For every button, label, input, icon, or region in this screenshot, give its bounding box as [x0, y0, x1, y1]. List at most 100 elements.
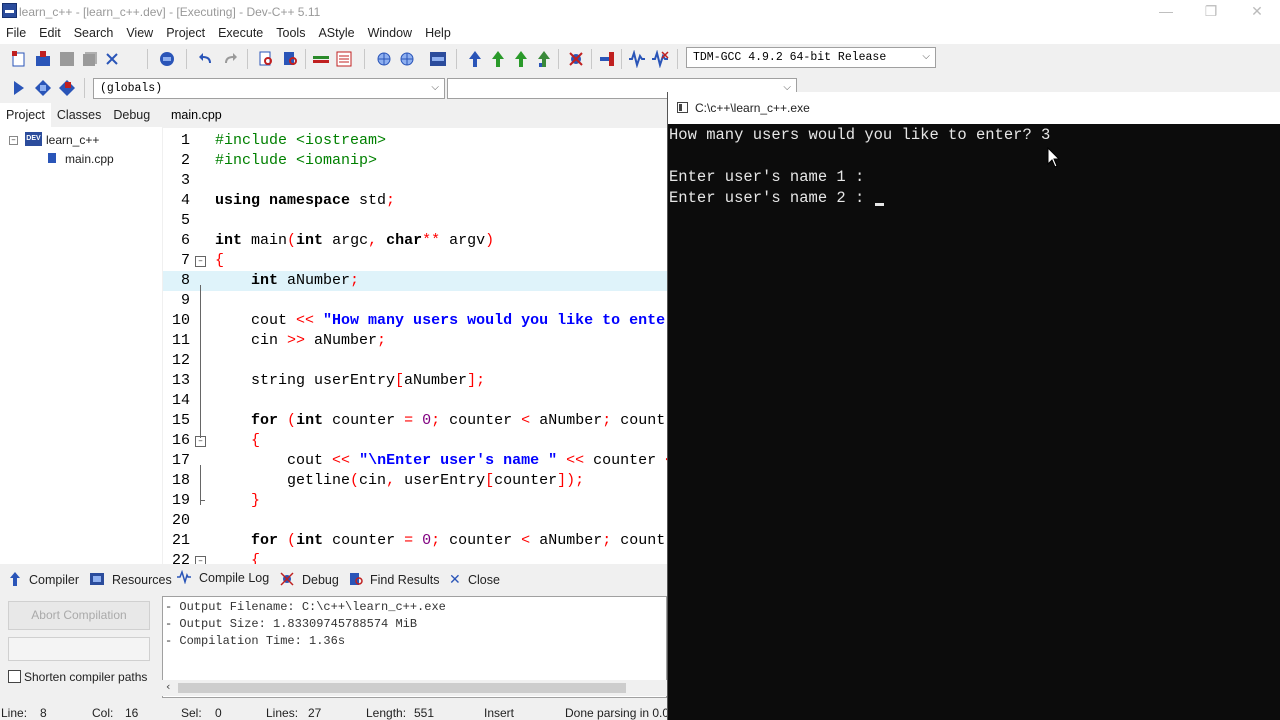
close-panel-icon[interactable]: ✕ [449, 571, 461, 588]
new-class-icon[interactable] [375, 50, 393, 68]
menu-help[interactable]: Help [419, 24, 458, 44]
indent-icon[interactable] [312, 50, 330, 68]
bottom-panel-tabs: Compiler Resources Compile Log Debug Fin… [0, 566, 667, 594]
code-line[interactable]: 18 getline(cin, userEntry[counter]); [163, 471, 667, 491]
replace-icon[interactable] [281, 50, 299, 68]
code-token: [ [485, 472, 495, 489]
scope-select[interactable]: (globals) ⌵ [93, 78, 445, 99]
menu-astyle[interactable]: AStyle [312, 24, 361, 44]
menu-search[interactable]: Search [68, 24, 121, 44]
code-line[interactable]: 15 for (int counter = 0; counter < aNumb… [163, 411, 667, 431]
menu-window[interactable]: Window [362, 24, 419, 44]
code-line[interactable]: 10 cout << "How many users would you lik… [163, 311, 667, 331]
scroll-left-icon[interactable]: ‹ [166, 680, 170, 693]
code-line[interactable]: 9 [163, 291, 667, 311]
code-text: { [215, 551, 260, 564]
code-line[interactable]: 14 [163, 391, 667, 411]
code-line[interactable]: 20 [163, 511, 667, 531]
code-line[interactable]: 19 } [163, 491, 667, 511]
menu-execute[interactable]: Execute [212, 24, 270, 44]
toggle-bookmark-icon[interactable] [58, 79, 76, 97]
code-line[interactable]: 7–{ [163, 251, 667, 271]
debug-icon[interactable] [567, 50, 585, 68]
find-icon[interactable] [257, 50, 275, 68]
save-icon[interactable] [58, 50, 76, 68]
compile-run-icon[interactable] [512, 50, 530, 68]
fold-toggle-icon[interactable]: – [195, 256, 206, 267]
code-token: int [296, 532, 324, 549]
project-options-icon[interactable] [429, 50, 447, 68]
code-line[interactable]: 12 [163, 351, 667, 371]
tab-debug-output[interactable]: Debug [302, 573, 339, 587]
close-icon[interactable]: ✕ [1234, 0, 1280, 24]
save-all-icon[interactable] [81, 50, 99, 68]
editor-tab-main-cpp[interactable]: main.cpp [171, 108, 222, 122]
menu-file[interactable]: File [0, 24, 33, 44]
compiler-select[interactable]: TDM-GCC 4.9.2 64-bit Release ⌵ [686, 47, 936, 68]
code-text: #include <iomanip> [215, 151, 377, 171]
rebuild-icon[interactable] [535, 50, 553, 68]
open-file-icon[interactable] [34, 50, 52, 68]
menu-project[interactable]: Project [160, 24, 212, 44]
goto-declaration-icon[interactable] [10, 79, 28, 97]
tab-resources[interactable]: Resources [112, 573, 172, 587]
stop-execution-icon[interactable] [598, 50, 616, 68]
line-number: 1 [180, 132, 190, 149]
undo-icon[interactable] [197, 50, 215, 68]
new-unit-icon[interactable] [398, 50, 416, 68]
redo-icon[interactable] [221, 50, 239, 68]
tab-compile-log[interactable]: Compile Log [199, 571, 269, 585]
tree-item-project[interactable]: learn_c++ [46, 133, 99, 147]
goto-definition-icon[interactable] [34, 79, 52, 97]
fold-toggle-icon[interactable]: – [195, 556, 206, 564]
menu-view[interactable]: View [120, 24, 160, 44]
code-token: main [242, 232, 288, 249]
minimize-icon[interactable]: — [1143, 0, 1189, 24]
code-line[interactable]: 16– { [163, 431, 667, 451]
tab-project[interactable]: Project [0, 103, 51, 127]
console-window[interactable]: C:\c++\learn_c++.exe How many users woul… [667, 92, 1280, 720]
code-line[interactable]: 5 [163, 211, 667, 231]
code-line[interactable]: 13 string userEntry[aNumber]; [163, 371, 667, 391]
run-icon[interactable] [489, 50, 507, 68]
print-icon[interactable] [158, 50, 176, 68]
menu-edit[interactable]: Edit [33, 24, 68, 44]
code-line[interactable]: 3 [163, 171, 667, 191]
code-line[interactable]: 6 int main(int argc, char** argv) [163, 231, 667, 251]
abort-compilation-button[interactable]: Abort Compilation [8, 601, 150, 630]
shorten-paths-checkbox[interactable] [8, 670, 21, 683]
code-line[interactable]: 11 cin >> aNumber; [163, 331, 667, 351]
code-token: { [251, 552, 261, 564]
tab-close[interactable]: Close [468, 573, 500, 587]
code-line[interactable]: 22– { [163, 551, 667, 564]
tab-compiler[interactable]: Compiler [29, 573, 79, 587]
code-line[interactable]: 2 #include <iomanip> [163, 151, 667, 171]
code-line[interactable]: 21 for (int counter = 0; counter < aNumb… [163, 531, 667, 551]
compile-icon[interactable] [466, 50, 484, 68]
new-file-icon[interactable] [10, 50, 28, 68]
tree-item-main-cpp[interactable]: main.cpp [65, 152, 114, 166]
close-file-icon[interactable] [103, 50, 121, 68]
compiler-select-value: TDM-GCC 4.9.2 64-bit Release [693, 51, 887, 64]
line-number: 21 [171, 532, 190, 549]
code-line[interactable]: 17 cout << "\nEnter user's name " << cou… [163, 451, 667, 471]
tab-debug[interactable]: Debug [107, 103, 156, 127]
console-output[interactable]: How many users would you like to enter? … [668, 124, 1280, 720]
collapse-icon[interactable]: – [9, 136, 18, 145]
unindent-icon[interactable] [335, 50, 353, 68]
menu-tools[interactable]: Tools [270, 24, 312, 44]
scrollbar-thumb[interactable] [178, 683, 626, 693]
delete-profile-icon[interactable] [651, 50, 669, 68]
code-line[interactable]: 8 int aNumber; [163, 271, 667, 291]
restore-icon[interactable]: ❐ [1188, 0, 1234, 24]
code-line[interactable]: 1 #include <iostream> [163, 131, 667, 151]
tab-classes[interactable]: Classes [51, 103, 107, 127]
menu-bar: File Edit Search View Project Execute To… [0, 24, 1280, 44]
log-horizontal-scrollbar[interactable]: ‹ [162, 680, 667, 696]
profile-icon[interactable] [628, 50, 646, 68]
code-line[interactable]: 4 using namespace std; [163, 191, 667, 211]
code-text: int main(int argc, char** argv) [215, 231, 494, 251]
tab-find-results[interactable]: Find Results [370, 573, 439, 587]
code-token: = [404, 412, 414, 429]
code-editor[interactable]: 1 #include <iostream> 2 #include <iomanip> 3… [163, 128, 667, 564]
